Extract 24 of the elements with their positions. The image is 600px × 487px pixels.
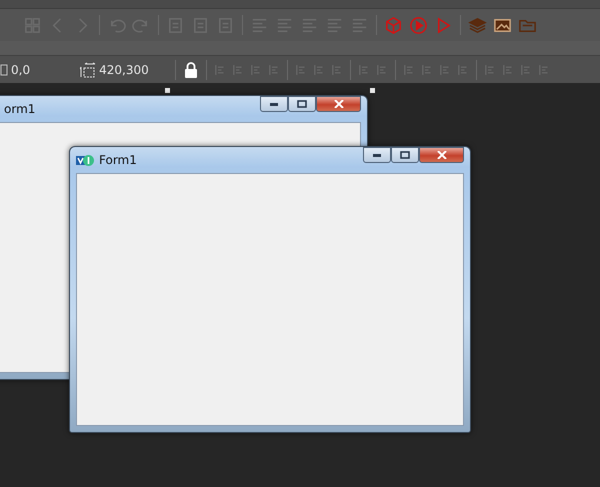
cube-icon[interactable] [384,16,403,34]
minimize-icon [270,102,278,106]
resize-handle[interactable] [165,88,170,93]
layers-icon[interactable] [468,16,487,34]
maximize-button[interactable] [288,96,316,112]
play-circle-icon[interactable] [409,16,428,34]
close-icon [334,100,344,108]
minimize-button[interactable] [363,147,391,163]
maximize-icon [297,100,307,108]
close-button[interactable] [419,147,464,163]
window-title: Form1 [99,153,137,167]
maximize-button[interactable] [391,147,419,163]
size-icon [80,62,96,78]
close-button[interactable] [316,96,361,112]
close-icon [436,151,446,159]
minimize-icon [373,154,381,156]
position-icon [0,64,8,76]
resize-handle[interactable] [370,88,375,93]
position-value: 0,0 [11,62,30,76]
size-value: 420,300 [99,62,149,76]
maximize-icon [400,151,410,159]
lock-icon[interactable] [184,62,198,78]
window-title: orm1 [4,102,36,116]
minimize-button[interactable] [260,96,288,112]
